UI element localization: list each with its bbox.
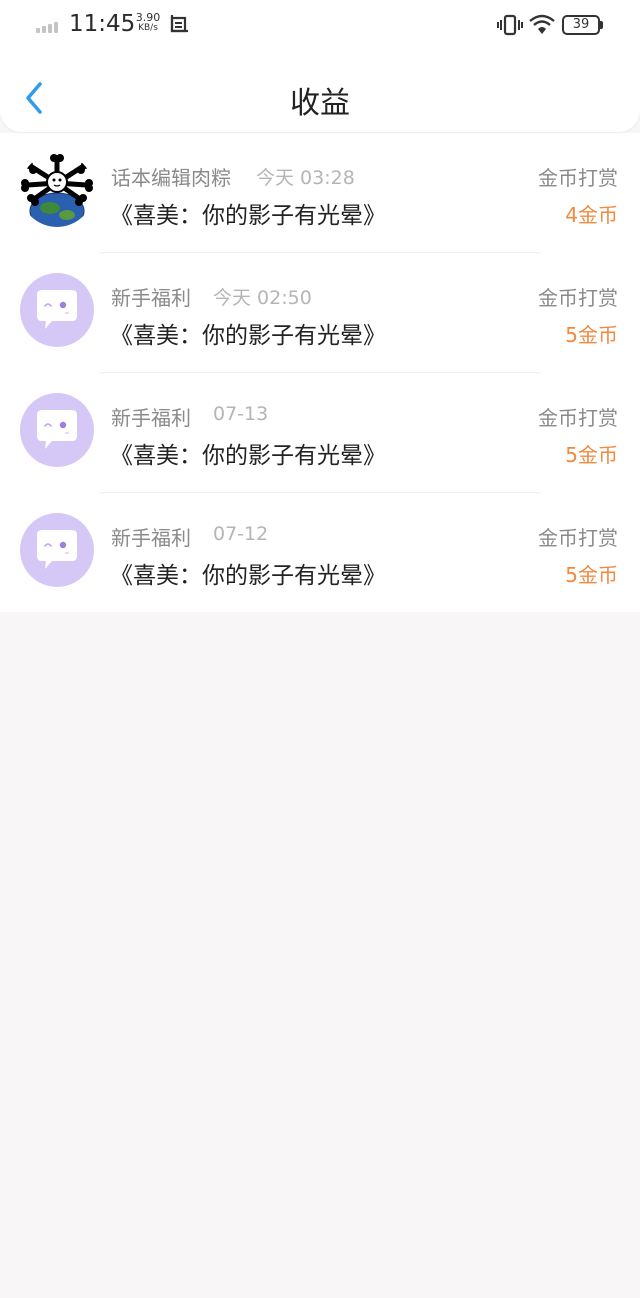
record-type: 金币打赏 — [538, 406, 618, 430]
list-item[interactable]: 新手福利 今天 02:50 《喜美：你的影子有光晕》 金币打赏 5金币 — [0, 253, 640, 373]
status-time: 11:45 — [69, 11, 136, 37]
record-type: 金币打赏 — [538, 286, 618, 310]
record-amount: 4金币 — [565, 203, 618, 227]
battery-level: 39 — [572, 17, 590, 32]
record-source: 新手福利 — [111, 526, 191, 550]
vibrate-icon — [497, 14, 523, 36]
record-time: 07-13 — [213, 403, 269, 425]
list-item[interactable]: 话本编辑肉粽 今天 03:28 《喜美：你的影子有光晕》 金币打赏 4金币 — [0, 133, 640, 253]
bone-earth-avatar — [20, 153, 94, 227]
record-type: 金币打赏 — [538, 166, 618, 190]
record-time: 今天 02:50 — [213, 287, 312, 309]
record-source: 话本编辑肉粽 — [111, 166, 231, 190]
record-amount: 5金币 — [565, 563, 618, 587]
status-bar: 11:45 3.90 KB/s 39 — [0, 0, 640, 52]
record-book-title: 《喜美：你的影子有光晕》 — [110, 323, 386, 349]
record-source: 新手福利 — [111, 406, 191, 430]
list-item[interactable]: 新手福利 07-12 《喜美：你的影子有光晕》 金币打赏 5金币 — [0, 493, 640, 613]
record-time: 07-12 — [213, 523, 269, 545]
earnings-list: 话本编辑肉粽 今天 03:28 《喜美：你的影子有光晕》 金币打赏 4金币 新手… — [0, 133, 640, 612]
network-speed-value: 3.90 — [135, 11, 161, 24]
page-title: 收益 — [290, 86, 350, 121]
record-book-title: 《喜美：你的影子有光晕》 — [110, 203, 386, 229]
record-time: 今天 03:28 — [256, 167, 355, 189]
record-type: 金币打赏 — [538, 526, 618, 550]
record-book-title: 《喜美：你的影子有光晕》 — [110, 563, 386, 589]
record-book-title: 《喜美：你的影子有光晕》 — [110, 443, 386, 469]
header-area: 11:45 3.90 KB/s 39 收益 — [0, 0, 640, 132]
record-amount: 5金币 — [565, 443, 618, 467]
chat-bubble-avatar — [20, 393, 94, 467]
battery-icon: 39 — [562, 15, 604, 35]
record-amount: 5金币 — [565, 323, 618, 347]
signal-icon — [36, 21, 64, 33]
network-speed: 3.90 KB/s — [133, 12, 163, 34]
record-source: 新手福利 — [111, 286, 191, 310]
list-item[interactable]: 新手福利 07-13 《喜美：你的影子有光晕》 金币打赏 5金币 — [0, 373, 640, 493]
network-speed-unit: KB/s — [138, 23, 158, 33]
wifi-icon — [529, 14, 555, 34]
crop-notification-icon — [170, 15, 188, 33]
chat-bubble-avatar — [20, 513, 94, 587]
chat-bubble-avatar — [20, 273, 94, 347]
